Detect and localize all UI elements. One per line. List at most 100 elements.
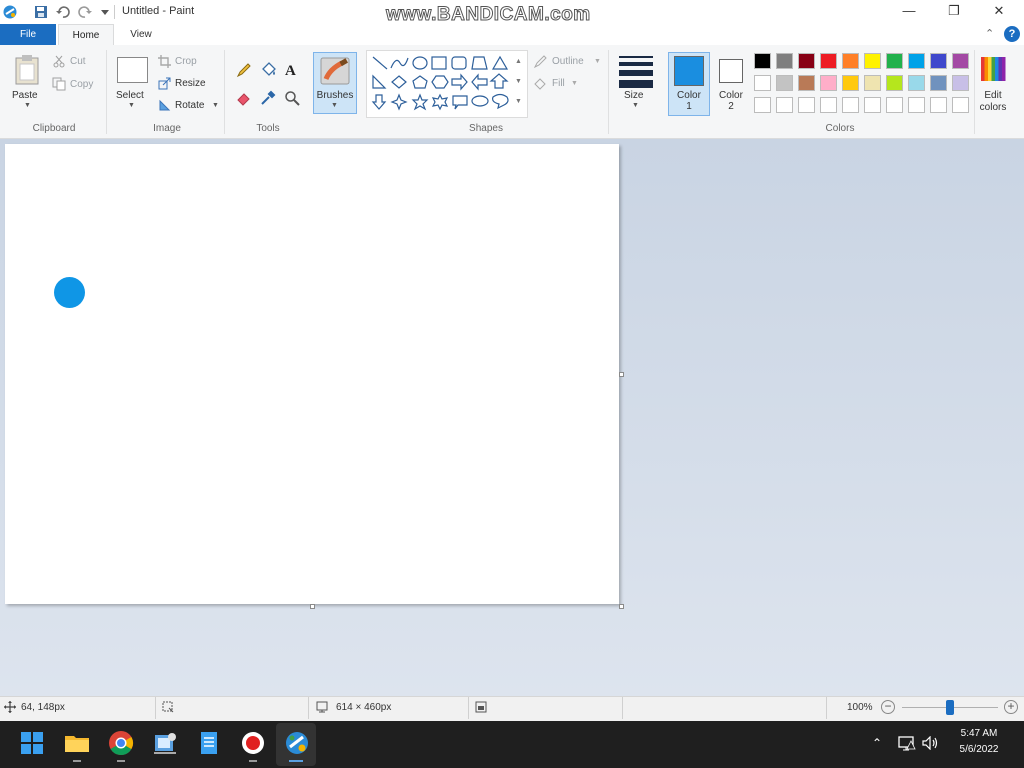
customize-quick-access-icon[interactable] [97, 4, 113, 20]
paint-taskbar-icon[interactable] [283, 729, 311, 757]
palette-swatch[interactable] [820, 53, 837, 69]
fill-dropdown-icon[interactable]: ▼ [571, 80, 578, 87]
custom-color-slot[interactable] [842, 97, 859, 113]
chrome-icon[interactable] [107, 729, 135, 757]
palette-swatch[interactable] [842, 75, 859, 91]
rotate-label[interactable]: Rotate [175, 100, 204, 111]
resize-handle-bottom[interactable] [310, 604, 315, 609]
edit-colors-label-line2[interactable]: colors [976, 102, 1010, 113]
cut-label[interactable]: Cut [70, 56, 86, 67]
copy-icon[interactable] [52, 77, 66, 91]
custom-color-slot[interactable] [886, 97, 903, 113]
palette-swatch[interactable] [930, 75, 947, 91]
palette-swatch[interactable] [776, 53, 793, 69]
network-icon[interactable] [898, 735, 916, 751]
palette-swatch[interactable] [886, 75, 903, 91]
taskbar-date[interactable]: 5/6/2022 [948, 744, 1010, 755]
custom-color-slot[interactable] [798, 97, 815, 113]
crop-icon[interactable] [158, 55, 171, 68]
resize-icon[interactable] [158, 77, 171, 90]
palette-swatch[interactable] [908, 75, 925, 91]
taskbar-time[interactable]: 5:47 AM [948, 728, 1010, 739]
custom-color-slot[interactable] [908, 97, 925, 113]
palette-swatch[interactable] [930, 53, 947, 69]
color1-number[interactable]: 1 [668, 101, 710, 112]
pencil-icon[interactable] [236, 62, 252, 78]
collapse-ribbon-button[interactable]: ⌃ [985, 27, 994, 40]
drawing-canvas[interactable] [5, 144, 619, 604]
outline-label[interactable]: Outline [552, 56, 584, 67]
tab-home[interactable]: Home [58, 24, 114, 46]
outline-icon[interactable] [533, 55, 547, 69]
paste-icon[interactable] [13, 54, 41, 86]
shapes-scroll-up-icon[interactable]: ▲ [515, 58, 522, 65]
palette-swatch[interactable] [952, 53, 969, 69]
custom-color-slot[interactable] [864, 97, 881, 113]
palette-swatch[interactable] [754, 53, 771, 69]
size-icon[interactable] [619, 55, 653, 88]
custom-color-slot[interactable] [820, 97, 837, 113]
palette-swatch[interactable] [864, 75, 881, 91]
custom-color-slot[interactable] [930, 97, 947, 113]
start-menu-icon[interactable] [18, 729, 46, 757]
text-tool-icon[interactable]: A [284, 61, 300, 77]
volume-icon[interactable] [922, 736, 940, 750]
palette-swatch[interactable] [908, 53, 925, 69]
tab-view[interactable]: View [114, 24, 168, 45]
copy-label[interactable]: Copy [70, 79, 93, 90]
paste-label[interactable]: Paste [12, 90, 38, 101]
paint-app-icon[interactable] [2, 4, 18, 20]
palette-swatch[interactable] [776, 75, 793, 91]
custom-color-slot[interactable] [776, 97, 793, 113]
color2-number[interactable]: 2 [713, 101, 749, 112]
palette-swatch[interactable] [886, 53, 903, 69]
custom-color-slot[interactable] [952, 97, 969, 113]
restore-button[interactable]: ❐ [931, 0, 977, 22]
color-picker-icon[interactable] [260, 90, 276, 106]
crop-label[interactable]: Crop [175, 56, 197, 67]
resize-label[interactable]: Resize [175, 78, 206, 89]
palette-swatch[interactable] [820, 75, 837, 91]
color1-label[interactable]: Color [668, 90, 710, 101]
close-button[interactable]: ✕ [976, 0, 1022, 22]
shapes-icons[interactable] [370, 54, 510, 112]
eraser-icon[interactable] [236, 90, 252, 106]
select-icon[interactable] [117, 57, 148, 83]
palette-swatch[interactable] [952, 75, 969, 91]
magnifier-icon[interactable] [284, 90, 300, 106]
notepad-icon[interactable] [195, 729, 223, 757]
paste-dropdown-icon[interactable]: ▼ [24, 102, 31, 109]
fill-icon[interactable] [533, 77, 547, 91]
select-label[interactable]: Select [116, 90, 144, 101]
size-label[interactable]: Size [624, 90, 643, 101]
save-icon[interactable] [33, 4, 49, 20]
redo-icon[interactable] [77, 4, 93, 20]
undo-icon[interactable] [55, 4, 71, 20]
rotate-icon[interactable] [158, 99, 171, 112]
rotate-dropdown-icon[interactable]: ▼ [212, 102, 219, 109]
shapes-expand-icon[interactable]: ▼ [515, 98, 522, 105]
resize-handle-corner[interactable] [619, 604, 624, 609]
color1-swatch[interactable] [674, 56, 704, 86]
palette-swatch[interactable] [842, 53, 859, 69]
zoom-slider-thumb[interactable] [946, 700, 954, 715]
show-hidden-icons-chevron-icon[interactable]: ⌃ [872, 736, 882, 750]
size-dropdown-icon[interactable]: ▼ [632, 102, 639, 109]
color2-label[interactable]: Color [713, 90, 749, 101]
zoom-in-button[interactable]: + [1004, 700, 1018, 714]
palette-swatch[interactable] [864, 53, 881, 69]
brushes-label[interactable]: Brushes [315, 90, 355, 101]
outline-dropdown-icon[interactable]: ▼ [594, 58, 601, 65]
resize-handle-right[interactable] [619, 372, 624, 377]
edit-colors-label-line1[interactable]: Edit [976, 90, 1010, 101]
custom-color-slot[interactable] [754, 97, 771, 113]
palette-swatch[interactable] [798, 53, 815, 69]
help-button[interactable]: ? [1004, 26, 1020, 42]
palette-swatch[interactable] [754, 75, 771, 91]
zoom-out-button[interactable]: − [881, 700, 895, 714]
fill-bucket-icon[interactable] [260, 61, 277, 77]
file-explorer-icon[interactable] [63, 729, 91, 757]
color2-swatch[interactable] [719, 59, 743, 83]
bandicam-record-icon[interactable] [239, 729, 267, 757]
control-panel-icon[interactable] [151, 729, 179, 757]
